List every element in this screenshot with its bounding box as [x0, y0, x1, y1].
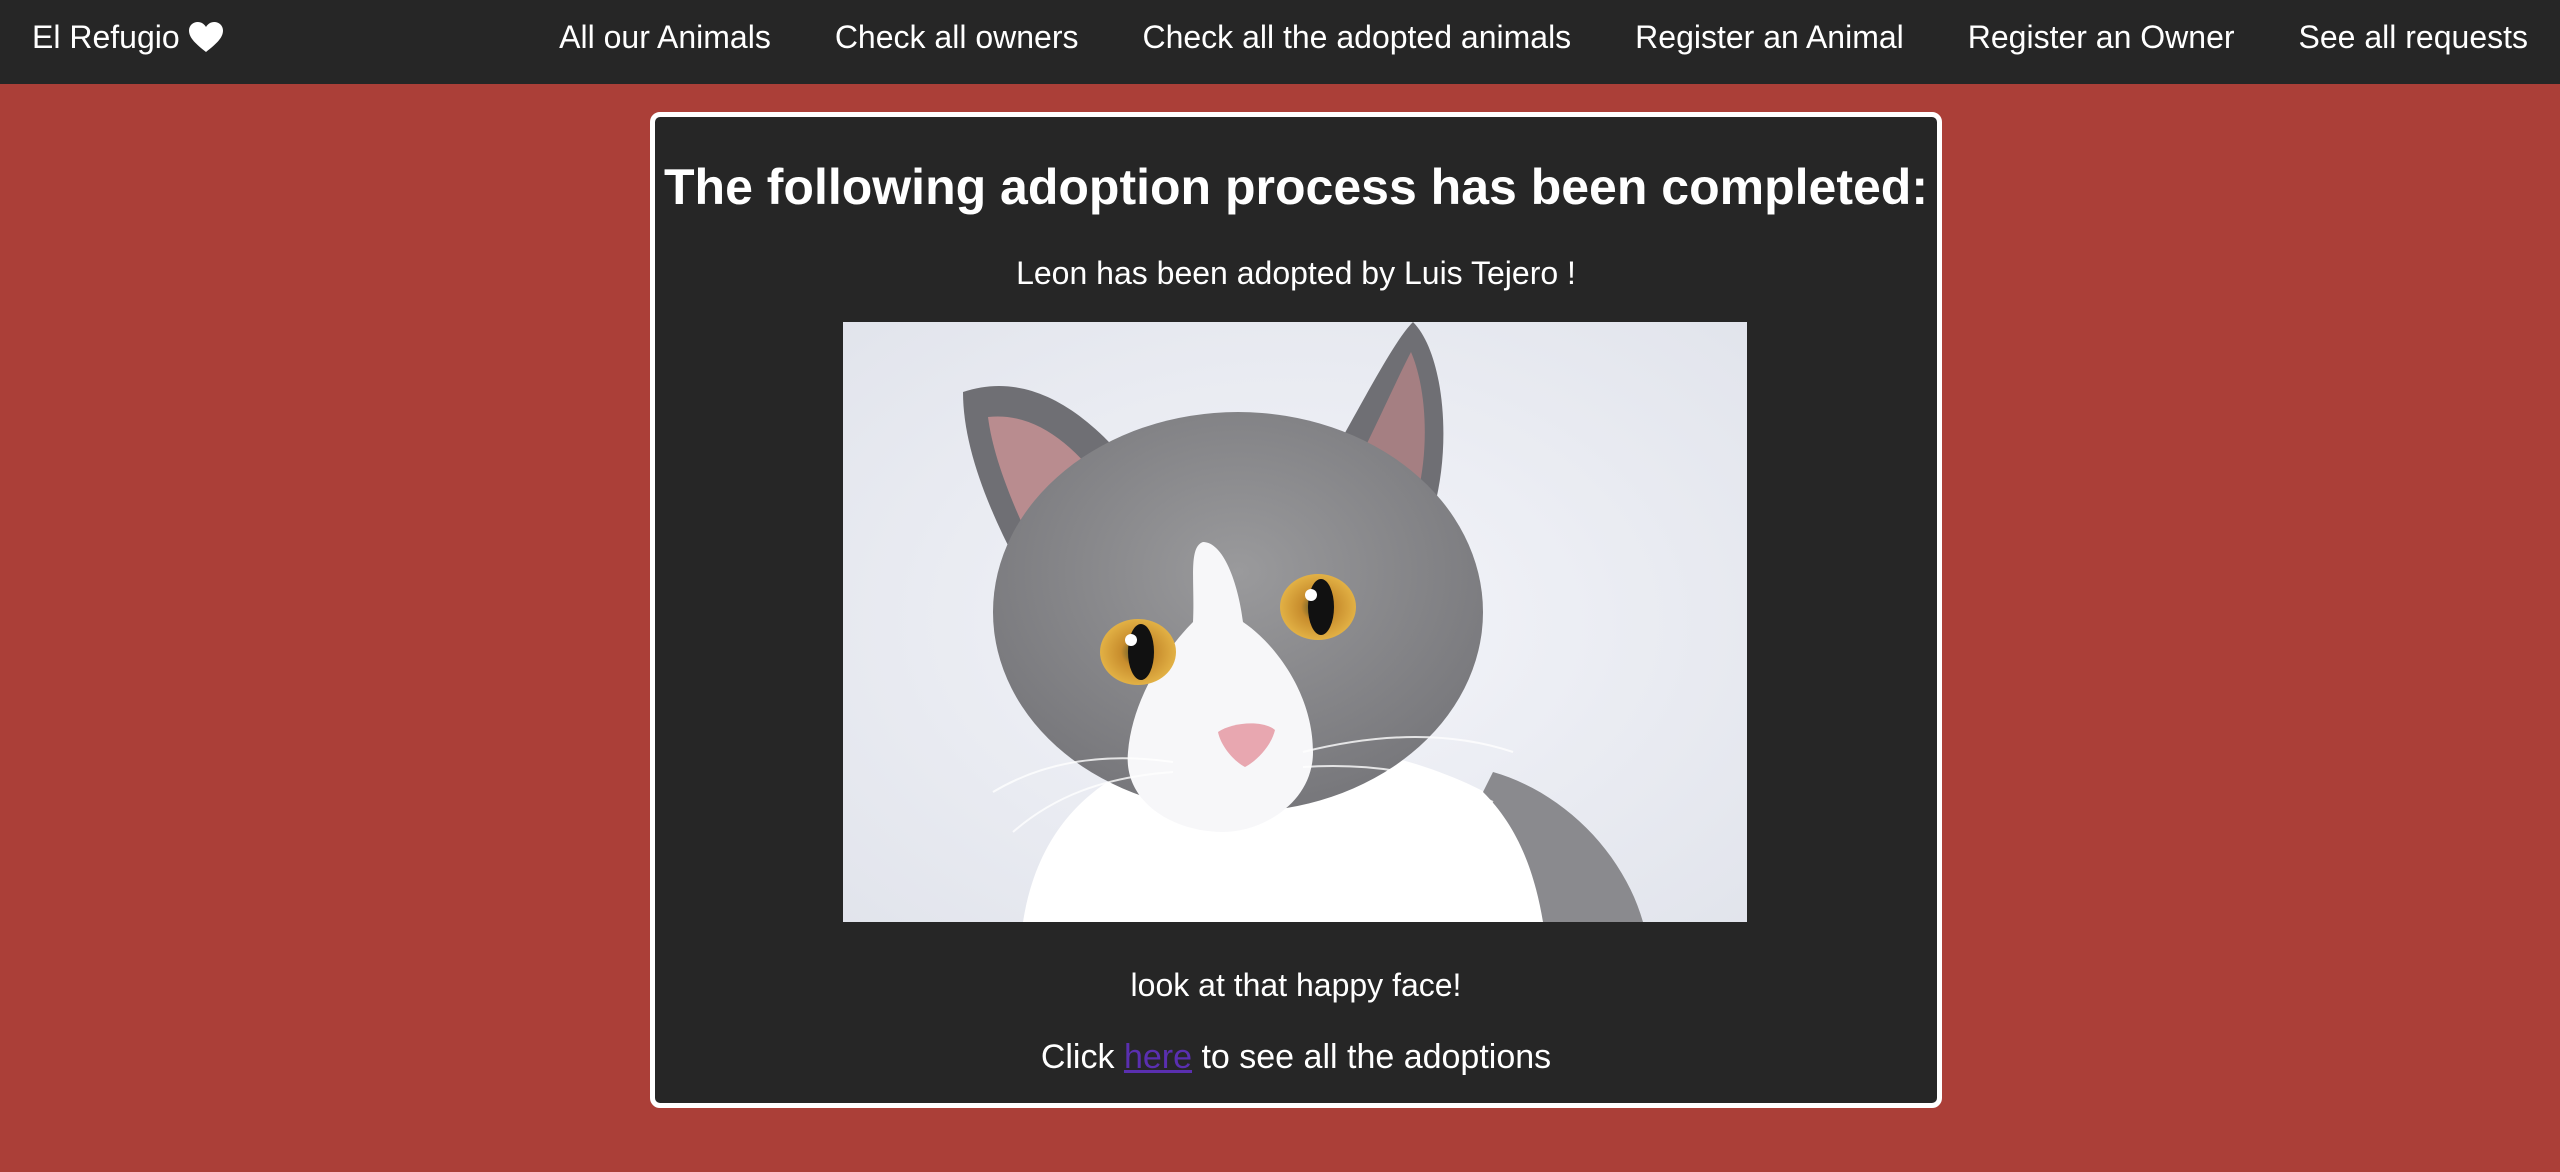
owner-name: Luis Tejero: [1403, 255, 1559, 291]
brand-name: El Refugio: [32, 18, 180, 55]
photo-caption: look at that happy face!: [1130, 967, 1462, 1003]
brand-link[interactable]: El Refugio: [32, 0, 224, 74]
cat-photo: [843, 322, 1747, 922]
nav-register-animal[interactable]: Register an Animal: [1635, 19, 1904, 56]
nav-check-owners[interactable]: Check all owners: [835, 19, 1079, 56]
nav-adopted-animals[interactable]: Check all the adopted animals: [1142, 19, 1571, 56]
cat-illustration: [843, 322, 1747, 922]
exclamation: !: [1567, 255, 1576, 291]
animal-name: Leon: [1016, 255, 1088, 291]
adopted-by-text: has been adopted by: [1096, 255, 1396, 291]
adoption-card: The following adoption process has been …: [650, 112, 1942, 1108]
link-prefix: Click: [1040, 1038, 1115, 1076]
link-suffix: to see all the adoptions: [1201, 1038, 1552, 1076]
heart-icon: [188, 22, 223, 52]
adoptions-link-line: Click here to see all the adoptions: [655, 1035, 1937, 1079]
nav-see-requests[interactable]: See all requests: [2299, 19, 2528, 56]
top-navbar: El Refugio All our Animals Check all own…: [0, 0, 2560, 84]
page-title: The following adoption process has been …: [663, 159, 1928, 215]
nav-links: All our Animals Check all owners Check a…: [559, 0, 2528, 74]
nav-register-owner[interactable]: Register an Owner: [1968, 19, 2235, 56]
nav-all-animals[interactable]: All our Animals: [559, 19, 771, 56]
see-adoptions-link[interactable]: here: [1124, 1038, 1192, 1076]
adoption-summary: Leon has been adopted by Luis Tejero !: [655, 253, 1937, 295]
